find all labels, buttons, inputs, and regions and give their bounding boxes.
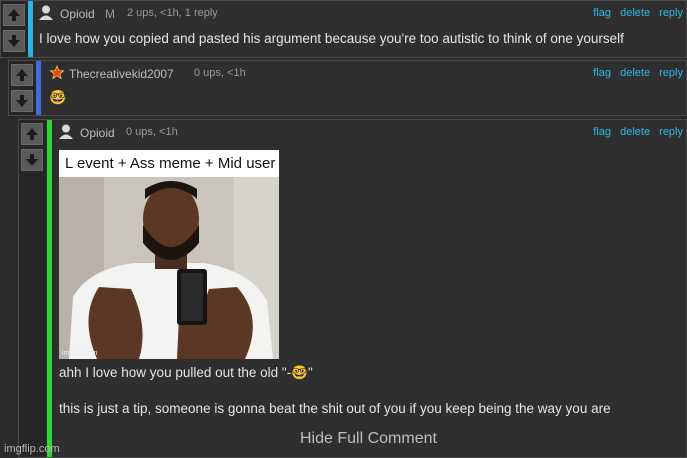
comment-meta: 0 ups, <1h [126, 126, 178, 138]
username[interactable]: Opioid [60, 7, 95, 21]
downvote-button[interactable] [11, 90, 33, 112]
comment-text-part: ahh I love how you pulled out the old "- [59, 365, 292, 380]
reply-link[interactable]: reply [659, 67, 683, 79]
comment-3: Opioid 0 ups, <1h flag delete reply L ev… [18, 119, 687, 458]
arrow-down-icon [26, 154, 38, 166]
comment-1: Opioid M 2 ups, <1h, 1 reply flag delete… [0, 0, 687, 58]
flag-link[interactable]: flag [593, 126, 611, 138]
comment-meta: 2 ups, <1h, 1 reply [127, 7, 218, 19]
username[interactable]: Thecreativekid2007 [69, 67, 174, 81]
comment-text: I love how you copied and pasted his arg… [39, 31, 624, 46]
nerd-emoji: 🤓 [291, 365, 309, 380]
delete-link[interactable]: delete [620, 7, 650, 19]
comment-text-line-1: ahh I love how you pulled out the old "-… [59, 365, 313, 381]
comment-meta: 0 ups, <1h [194, 67, 246, 79]
meme-watermark: imgflip.com [62, 350, 98, 357]
comment-text-line-2: this is just a tip, someone is gonna bea… [59, 401, 611, 416]
comment-text-part: " [308, 365, 313, 380]
username[interactable]: Opioid [80, 126, 115, 140]
nerd-emoji: 🤓 [49, 89, 67, 105]
vote-column [19, 120, 46, 457]
comment-depth-bar [47, 120, 52, 457]
flag-link[interactable]: flag [593, 67, 611, 79]
comment-actions: flag delete reply [587, 126, 683, 138]
flag-link[interactable]: flag [593, 7, 611, 19]
comment-header: Thecreativekid2007 0 ups, <1h flag delet… [9, 61, 686, 83]
comment-header: Opioid 0 ups, <1h flag delete reply [19, 120, 686, 142]
comment-actions: flag delete reply [587, 7, 683, 19]
user-flair: M [105, 7, 115, 21]
comment-actions: flag delete reply [587, 67, 683, 79]
delete-link[interactable]: delete [620, 126, 650, 138]
meme-caption: L event + Ass meme + Mid user [59, 150, 279, 177]
reply-link[interactable]: reply [659, 126, 683, 138]
star-avatar-icon [50, 65, 64, 80]
user-avatar-icon [59, 124, 73, 139]
delete-link[interactable]: delete [620, 67, 650, 79]
comment-2: Thecreativekid2007 0 ups, <1h flag delet… [8, 60, 687, 116]
downvote-button[interactable] [21, 149, 43, 171]
arrow-down-icon [16, 95, 28, 107]
imgflip-watermark: imgflip.com [4, 443, 60, 455]
comment-header: Opioid M 2 ups, <1h, 1 reply flag delete… [1, 1, 686, 23]
arrow-down-icon [8, 35, 20, 47]
meme-image[interactable]: L event + Ass meme + Mid user imgflip.co… [59, 150, 279, 359]
reply-link[interactable]: reply [659, 7, 683, 19]
hide-full-comment-button[interactable]: Hide Full Comment [300, 430, 437, 448]
user-avatar-icon [39, 5, 53, 20]
meme-photo [59, 177, 279, 359]
downvote-button[interactable] [3, 30, 25, 52]
